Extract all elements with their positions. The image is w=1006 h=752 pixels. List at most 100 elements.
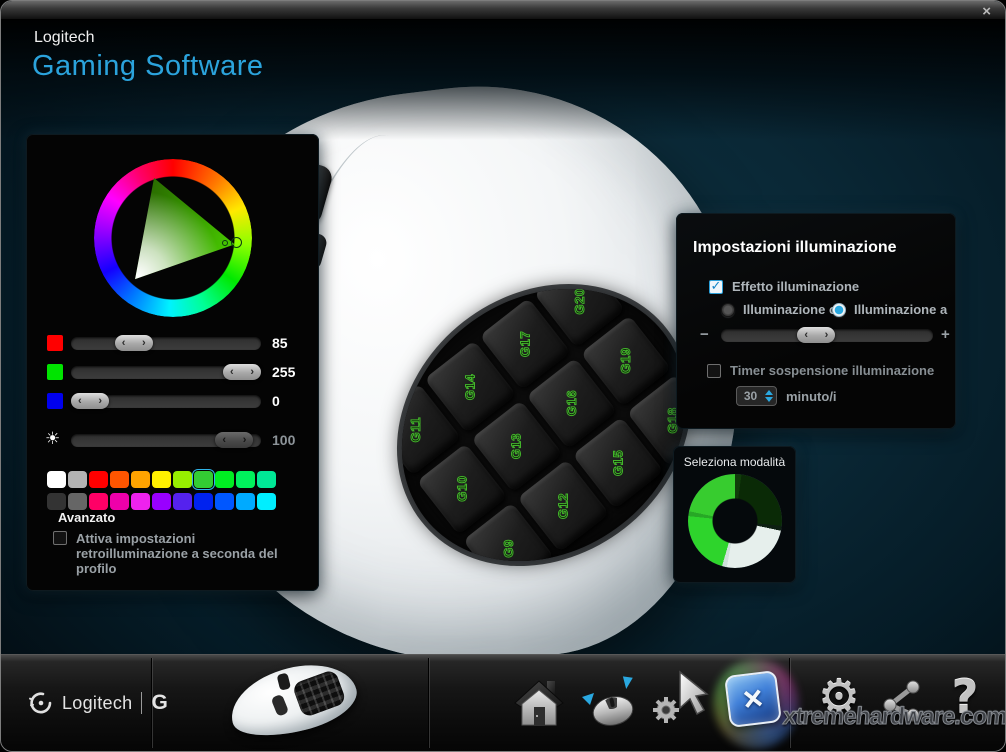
handle-left-arrow: ‹ [230,365,234,379]
color-swatch[interactable] [215,493,234,510]
spinner-up-icon[interactable] [765,390,773,395]
red-slider-handle[interactable]: ‹› [115,335,153,351]
color-swatch[interactable] [194,493,213,510]
color-swatch[interactable] [257,493,276,510]
minus-icon[interactable]: − [700,326,709,343]
color-swatch[interactable] [131,471,150,488]
effect-label: Effetto illuminazione [732,279,859,294]
g-button-label: G17 [517,331,532,357]
color-swatch[interactable] [215,471,234,488]
cursor-gear-icon [650,670,710,730]
color-swatch[interactable] [236,493,255,510]
constant-radio[interactable] [721,303,735,317]
handle-left-arrow: ‹ [222,433,226,447]
effect-speed-slider[interactable]: ‹› [721,329,933,342]
blue-slider[interactable]: ‹› [71,395,261,408]
app-title: Gaming Software [32,50,264,83]
constant-radio-label: Illuminazione c [743,302,836,317]
help-button[interactable]: ? [941,667,989,727]
timer-checkbox[interactable] [707,364,721,378]
advanced-link[interactable]: Avanzato [58,510,115,525]
toolbar-separator [428,658,429,748]
red-slider[interactable]: ‹› [71,337,261,350]
color-wheel[interactable] [94,159,252,317]
handle-left-arrow: ‹ [78,394,82,408]
question-mark-icon: ? [952,670,979,724]
handle-right-arrow: › [243,433,247,447]
breathing-radio-label: Illuminazione a [854,302,947,317]
green-slider-handle[interactable]: ‹› [223,364,261,380]
blue-slider-row: ‹› 0 [26,393,319,409]
green-slider[interactable]: ‹› [71,366,261,379]
color-swatch[interactable] [152,471,171,488]
brightness-slider[interactable]: ‹› [71,434,261,447]
logo-divider [141,692,142,714]
swatch-row-2 [47,493,276,510]
red-slider-row: ‹› 85 [26,335,319,351]
g-button-label: G14 [463,374,478,400]
color-swatch[interactable] [131,493,150,510]
lighting-settings-panel: Impostazioni illuminazione ✓ Effetto ill… [676,213,956,429]
lgs-window: × Logitech Gaming Software G11 G14 G17 G… [0,0,1006,752]
profile-backlight-label: Attiva impostazioni retroilluminazione a… [76,531,303,576]
color-swatch[interactable] [173,493,192,510]
blue-slider-handle[interactable]: ‹› [71,393,109,409]
g-button-label: G15 [610,450,625,476]
timer-minutes-spinner[interactable]: 30 [736,386,777,406]
effect-row: ✓ Effetto illuminazione [709,279,859,294]
close-icon[interactable]: × [982,4,991,20]
effect-speed-handle[interactable]: ‹› [797,327,835,343]
color-swatch[interactable] [152,493,171,510]
share-button[interactable] [877,677,927,725]
color-swatch[interactable] [110,471,129,488]
spinner-down-icon[interactable] [765,397,773,402]
g-button-label: G11 [408,417,423,442]
brightness-slider-row: ☀ ‹› 100 [26,432,319,448]
color-swatch[interactable] [257,471,276,488]
g-button-label: G10 [455,476,470,502]
color-swatch[interactable] [47,493,66,510]
device-select-tab[interactable] [579,674,641,730]
pointer-settings-tab[interactable] [649,669,711,731]
logitech-g-mark: G [151,691,167,715]
color-swatch[interactable] [68,471,87,488]
color-swatch[interactable] [173,471,192,488]
color-swatch-selected[interactable] [194,471,213,488]
triangle-marker[interactable] [222,240,228,246]
profile-backlight-row: Attiva impostazioni retroilluminazione a… [53,531,303,576]
green-slider-row: ‹› 255 [26,364,319,380]
color-swatch[interactable] [110,493,129,510]
home-icon [511,675,567,729]
title-bar[interactable] [1,1,1005,20]
mode-ring-indicator[interactable] [688,474,782,568]
profile-backlight-checkbox[interactable] [53,531,67,545]
lighting-tab-active[interactable]: × [724,670,782,728]
color-swatch[interactable] [89,471,108,488]
color-swatch[interactable] [236,471,255,488]
timer-label: Timer sospensione illuminazione [730,363,934,378]
breathing-radio[interactable] [832,303,846,317]
color-picker-panel: ‹› 85 ‹› 255 ‹› 0 ☀ [26,134,319,591]
logitech-logo: Logitech G [29,691,168,715]
color-swatch[interactable] [89,493,108,510]
handle-right-arrow: › [142,336,146,350]
g-button-label: G16 [564,391,579,417]
lighting-panel-title: Impostazioni illuminazione [693,239,897,257]
handle-left-arrow: ‹ [122,336,126,350]
color-swatch[interactable] [47,471,66,488]
color-swatch[interactable] [68,493,87,510]
hue-marker[interactable] [231,237,242,248]
mode-select-panel: Seleziona modalità [673,446,796,583]
effect-speed-row: − ‹› + [676,327,956,343]
constant-radio-row: Illuminazione c [721,302,836,317]
effect-checkbox[interactable]: ✓ [709,280,723,294]
brightness-value: 100 [272,432,295,448]
brand-title: Logitech [34,29,95,47]
plus-icon[interactable]: + [941,326,950,343]
spinner-arrows[interactable] [764,390,776,402]
brightness-slider-handle[interactable]: ‹› [215,432,253,448]
g-button-label: G13 [509,433,524,459]
home-tab[interactable] [509,672,569,732]
settings-button[interactable]: ⚙ [813,669,865,725]
logitech-logo-text: Logitech [62,693,132,714]
